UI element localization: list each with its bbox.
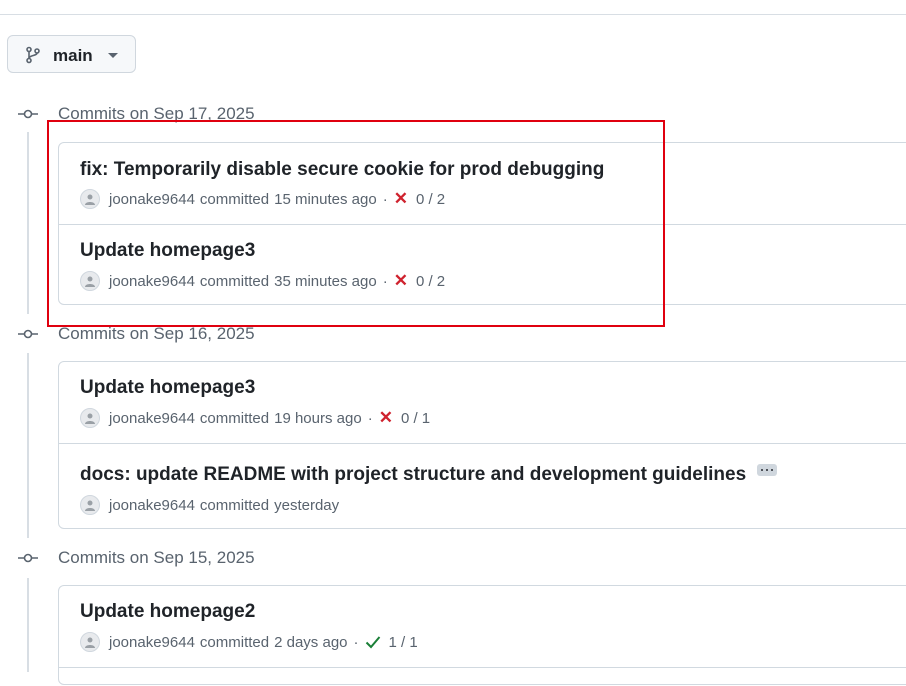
avatar[interactable] (80, 189, 100, 209)
commit-time: 2 days ago (274, 633, 348, 651)
committed-label: committed (199, 409, 270, 427)
separator: · (382, 272, 388, 290)
expand-message-button[interactable] (757, 464, 777, 476)
commit-time: 19 hours ago (274, 409, 362, 427)
avatar[interactable] (80, 408, 100, 428)
user-icon (85, 413, 95, 424)
group-header: Commits on Sep 15, 2025 (58, 548, 255, 567)
commit-time: 15 minutes ago (274, 190, 377, 208)
author-link[interactable]: joonake9644 (109, 497, 195, 514)
separator: · (382, 190, 388, 208)
committed-label: committed (199, 190, 270, 208)
commit-row: Update homepage3 joonake9644 committed 3… (59, 224, 906, 304)
timeline-line (27, 578, 29, 672)
user-icon (85, 500, 95, 511)
separator: · (353, 633, 359, 651)
author-link[interactable]: joonake9644 (109, 191, 195, 208)
timeline-line (27, 132, 29, 314)
committed-label: committed (199, 496, 270, 514)
commit-meta: joonake9644 committed 2 days ago · 1 / 1 (80, 632, 418, 652)
commit-title-link[interactable]: fix: Temporarily disable secure cookie f… (80, 159, 604, 181)
commit-time: 35 minutes ago (274, 272, 377, 290)
branch-selector-button[interactable]: main (7, 35, 136, 73)
commit-row: Update homepage2 joonake9644 committed 2… (59, 586, 906, 667)
branch-name: main (53, 46, 93, 65)
chevron-down-icon (108, 53, 118, 58)
commit-meta: joonake9644 committed 19 hours ago · ✕ 0… (80, 408, 430, 428)
commit-row: fix: Temporarily disable secure cookie f… (59, 143, 906, 224)
author-link[interactable]: joonake9644 (109, 410, 195, 427)
commit-title-link[interactable]: Update homepage3 (80, 377, 255, 399)
avatar[interactable] (80, 495, 100, 515)
commit-list-card: fix: Temporarily disable secure cookie f… (58, 142, 906, 305)
git-commit-icon (18, 109, 38, 119)
x-icon[interactable]: ✕ (379, 408, 393, 428)
git-branch-icon (26, 46, 40, 64)
avatar[interactable] (80, 632, 100, 652)
group-header: Commits on Sep 16, 2025 (58, 324, 255, 343)
commit-title-link[interactable]: docs: update README with project structu… (80, 464, 746, 486)
author-link[interactable]: joonake9644 (109, 634, 195, 651)
checks-count[interactable]: 0 / 1 (401, 410, 430, 427)
commit-time: yesterday (274, 496, 340, 514)
commit-row (59, 667, 906, 686)
committed-label: committed (199, 633, 270, 651)
commit-meta: joonake9644 committed 35 minutes ago · ✕… (80, 271, 445, 291)
checks-count[interactable]: 0 / 2 (416, 191, 445, 208)
top-divider (0, 14, 906, 15)
user-icon (85, 637, 95, 648)
committed-label: committed (199, 272, 270, 290)
separator: · (367, 409, 373, 427)
git-commit-icon (18, 553, 38, 563)
git-commit-icon (18, 329, 38, 339)
checks-count[interactable]: 0 / 2 (416, 273, 445, 290)
x-icon[interactable]: ✕ (394, 189, 408, 209)
commit-title-link[interactable]: Update homepage2 (80, 601, 255, 623)
commit-title-link[interactable]: Update homepage3 (80, 240, 255, 262)
user-icon (85, 276, 95, 287)
user-icon (85, 194, 95, 205)
commit-list-card: Update homepage3 joonake9644 committed 1… (58, 361, 906, 529)
checks-count[interactable]: 1 / 1 (389, 634, 418, 651)
commit-row: docs: update README with project structu… (59, 443, 906, 528)
commit-row: Update homepage3 joonake9644 committed 1… (59, 362, 906, 443)
commit-meta: joonake9644 committed 15 minutes ago · ✕… (80, 189, 445, 209)
author-link[interactable]: joonake9644 (109, 273, 195, 290)
avatar[interactable] (80, 271, 100, 291)
check-icon[interactable] (365, 635, 381, 649)
commit-meta: joonake9644 committed yesterday (80, 495, 339, 515)
x-icon[interactable]: ✕ (394, 271, 408, 291)
commit-list-card: Update homepage2 joonake9644 committed 2… (58, 585, 906, 685)
group-header: Commits on Sep 17, 2025 (58, 104, 255, 123)
timeline-line (27, 353, 29, 538)
